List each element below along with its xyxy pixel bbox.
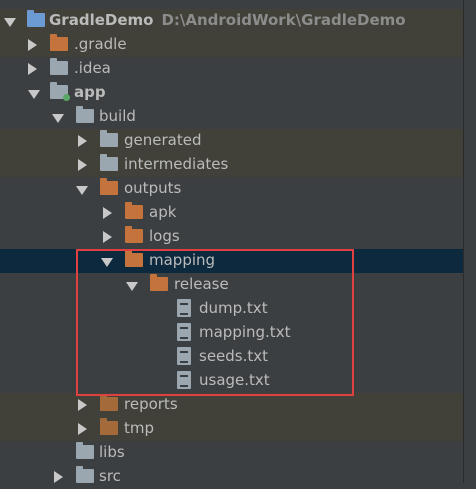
project-path: D:\AndroidWork\GradleDemo (161, 11, 406, 29)
tree-row-reports[interactable]: reports (0, 393, 476, 417)
tree-item-label: generated (124, 131, 202, 149)
tree-row-generated[interactable]: generated (0, 129, 476, 153)
highlight-box (76, 249, 354, 396)
tree-row-idea[interactable]: .idea (0, 57, 476, 81)
tree-row-apk[interactable]: apk (0, 201, 476, 225)
chevron-right-icon[interactable] (28, 39, 37, 51)
folder-icon (76, 466, 94, 483)
chevron-right-icon[interactable] (103, 207, 112, 219)
chevron-down-icon[interactable] (4, 18, 16, 27)
excluded-folder-icon (125, 226, 143, 243)
tree-row-logs[interactable]: logs (0, 225, 476, 249)
tree-item-label: tmp (124, 419, 155, 437)
tree-row-gradledemo[interactable]: GradleDemo D:\AndroidWork\GradleDemo (0, 9, 476, 33)
chevron-down-icon[interactable] (52, 114, 64, 123)
tree-item-label: src (99, 467, 121, 485)
module-folder-icon (50, 82, 70, 101)
chevron-down-icon[interactable] (76, 186, 88, 195)
tree-row-gradle[interactable]: .gradle (0, 33, 476, 57)
chevron-right-icon[interactable] (78, 399, 87, 411)
tree-item-label: intermediates (124, 155, 229, 173)
excluded-folder-icon (125, 202, 143, 219)
chevron-right-icon[interactable] (78, 423, 87, 435)
excluded-folder-icon (100, 418, 118, 435)
tree-item-label: apk (149, 203, 177, 221)
tree-row-outputs[interactable]: outputs (0, 177, 476, 201)
chevron-right-icon[interactable] (54, 471, 63, 483)
folder-icon (100, 130, 118, 147)
chevron-right-icon[interactable] (103, 231, 112, 243)
tree-row-intermediates[interactable]: intermediates (0, 153, 476, 177)
vertical-scrollbar[interactable] (463, 0, 476, 483)
tree-item-label: .idea (74, 59, 111, 77)
tree-row-app[interactable]: app (0, 81, 476, 105)
excluded-folder-icon (100, 178, 118, 195)
excluded-folder-icon (50, 34, 68, 51)
folder-icon (50, 58, 68, 75)
tree-row-tmp[interactable]: tmp (0, 417, 476, 441)
tree-item-label: .gradle (74, 35, 127, 53)
tree-item-label: build (99, 107, 136, 125)
chevron-right-icon[interactable] (78, 135, 87, 147)
tree-row-libs[interactable]: libs (0, 441, 476, 465)
chevron-right-icon[interactable] (78, 159, 87, 171)
folder-icon (100, 154, 118, 171)
tree-row-src[interactable]: src (0, 465, 476, 489)
chevron-down-icon[interactable] (28, 90, 40, 99)
project-folder-icon (27, 10, 45, 27)
tree-item-label: reports (124, 395, 178, 413)
folder-icon (76, 106, 94, 123)
tree-row-build[interactable]: build (0, 105, 476, 129)
chevron-right-icon[interactable] (28, 63, 37, 75)
tree-item-label: GradleDemo (49, 11, 154, 29)
tree-item-label: outputs (124, 179, 182, 197)
tree-item-label: app (74, 83, 106, 101)
excluded-folder-icon (100, 394, 118, 411)
folder-icon (76, 442, 94, 459)
tree-item-label: logs (149, 227, 180, 245)
tree-item-label: libs (99, 443, 125, 461)
